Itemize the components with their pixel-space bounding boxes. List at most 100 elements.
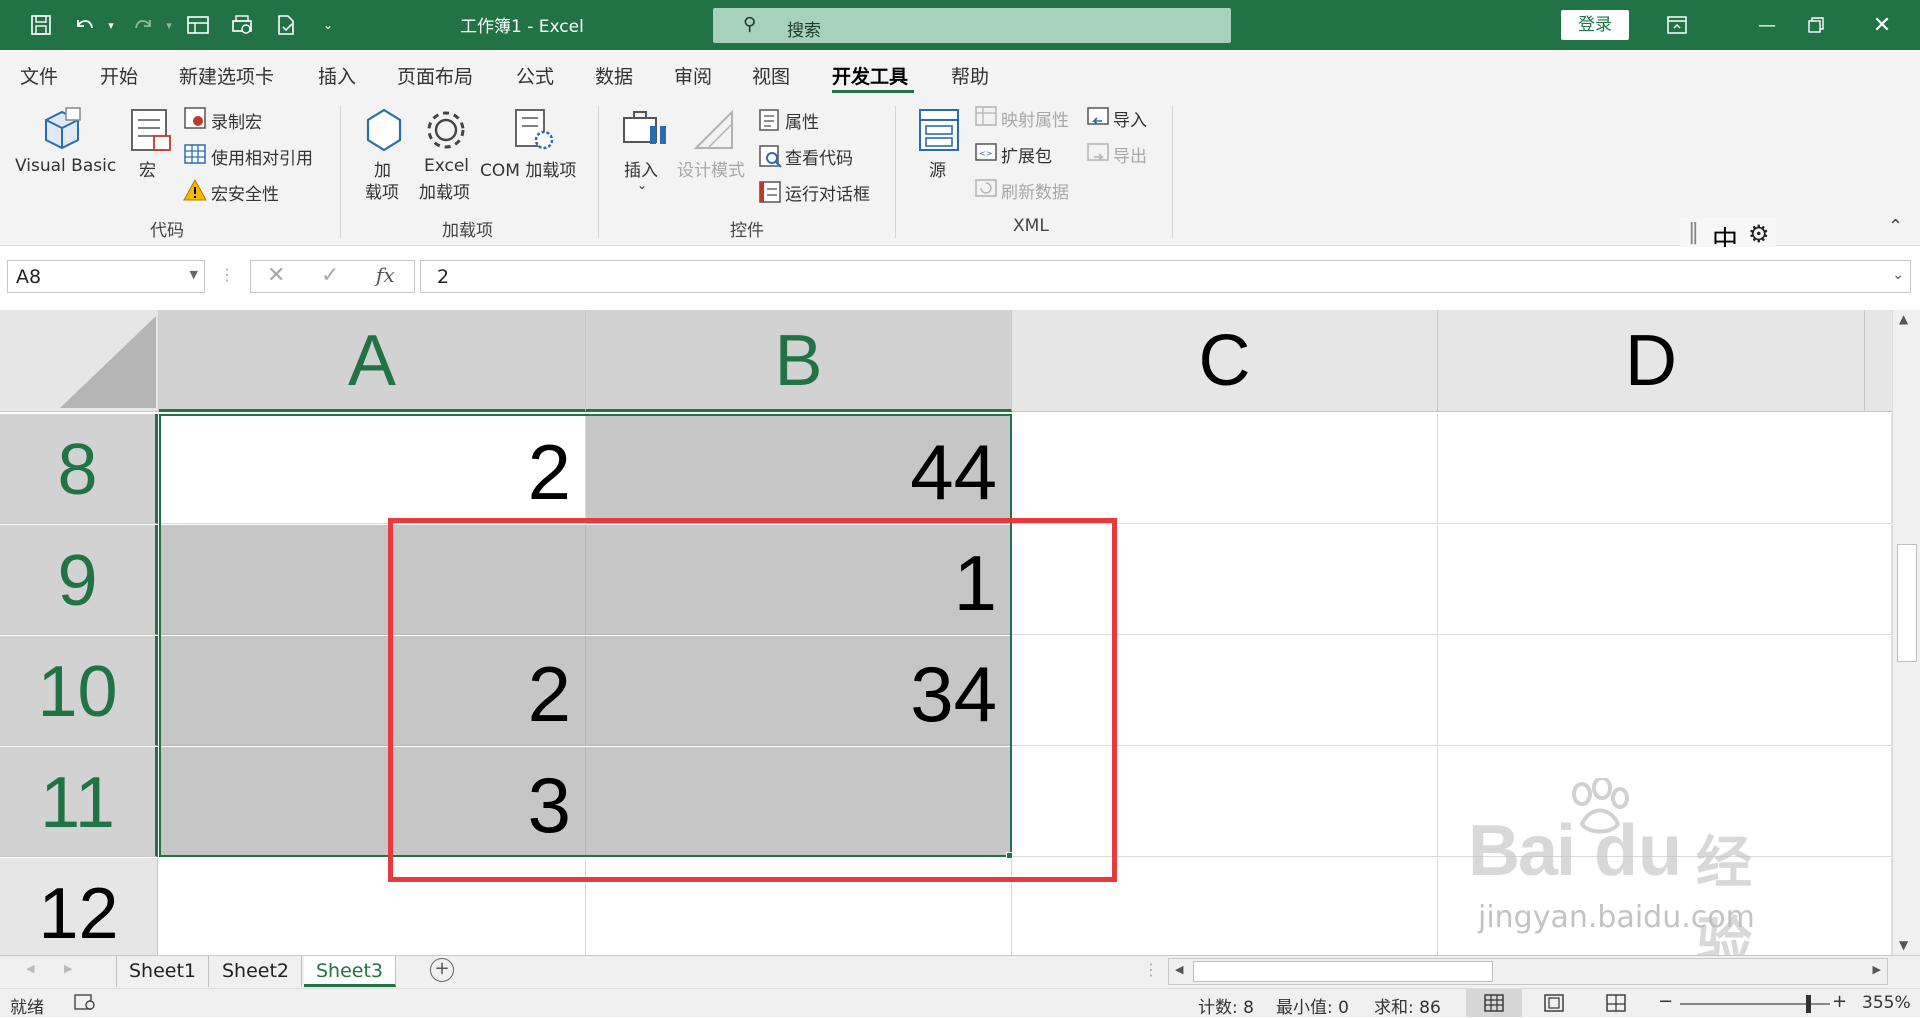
print-preview-icon[interactable]: [227, 10, 257, 40]
visual-basic-label[interactable]: Visual Basic: [15, 156, 116, 176]
map-properties-label[interactable]: 映射属性: [1001, 106, 1069, 131]
search-box[interactable]: ⚲ 搜索: [713, 8, 1231, 43]
run-dialog-icon[interactable]: [758, 180, 782, 208]
cell-b11[interactable]: [586, 747, 1012, 857]
tab-page-layout[interactable]: 页面布局: [397, 62, 473, 89]
expand-formula-bar-icon[interactable]: ⌄: [1892, 267, 1904, 283]
minimize-icon[interactable]: —: [1747, 8, 1787, 42]
vertical-scroll-thumb[interactable]: [1897, 544, 1917, 662]
cell-b10[interactable]: 34: [586, 636, 1012, 746]
cell-a11[interactable]: 3: [159, 747, 586, 857]
formula-input[interactable]: 2 ⌄: [420, 260, 1911, 293]
relative-reference-icon[interactable]: [183, 142, 207, 170]
tab-review[interactable]: 审阅: [674, 62, 712, 89]
fill-handle[interactable]: [1006, 852, 1013, 859]
row-header-10[interactable]: 10: [0, 636, 158, 746]
properties-icon[interactable]: [758, 108, 780, 136]
xml-import-icon[interactable]: [1086, 104, 1110, 132]
column-header-d[interactable]: D: [1438, 310, 1865, 412]
scroll-left-icon[interactable]: ◀: [1175, 963, 1183, 976]
customize-toolbar-icon[interactable]: ⌄: [313, 10, 343, 40]
tab-formulas[interactable]: 公式: [516, 62, 554, 89]
design-mode-label[interactable]: 设计模式: [677, 156, 745, 181]
tab-file[interactable]: 文件: [20, 62, 58, 89]
row-header-8[interactable]: 8: [0, 414, 158, 524]
record-macro-label[interactable]: 录制宏: [211, 108, 262, 133]
page-break-view-icon[interactable]: [1606, 994, 1626, 1017]
scroll-up-icon[interactable]: ▲: [1899, 312, 1908, 326]
refresh-data-icon[interactable]: [974, 176, 998, 204]
tab-data[interactable]: 数据: [595, 62, 633, 89]
sheet-tab-sheet3[interactable]: Sheet3: [304, 956, 397, 987]
cell-c9[interactable]: [1012, 525, 1438, 635]
tab-new-tab[interactable]: 新建选项卡: [179, 62, 274, 89]
cell-d10[interactable]: [1438, 636, 1892, 746]
column-header-a[interactable]: A: [159, 310, 586, 412]
row-header-12[interactable]: 12: [0, 858, 158, 955]
macros-icon[interactable]: [128, 106, 174, 158]
document-check-icon[interactable]: [271, 10, 301, 40]
horizontal-scroll-thumb[interactable]: [1193, 961, 1493, 982]
cell-c8[interactable]: [1012, 414, 1438, 524]
page-layout-view-icon[interactable]: [1544, 994, 1564, 1017]
zoom-out-icon[interactable]: −: [1658, 991, 1673, 1012]
design-mode-icon[interactable]: [690, 106, 738, 158]
cell-d8[interactable]: [1438, 414, 1892, 524]
excel-addins-label-2[interactable]: 加载项: [419, 178, 470, 203]
cell-a10[interactable]: 2: [159, 636, 586, 746]
zoom-slider-thumb[interactable]: [1806, 995, 1811, 1013]
xml-export-label[interactable]: 导出: [1113, 142, 1147, 167]
cell-c10[interactable]: [1012, 636, 1438, 746]
tab-insert[interactable]: 插入: [318, 62, 356, 89]
macro-security-label[interactable]: 宏安全性: [211, 180, 279, 205]
row-header-11[interactable]: 11: [0, 747, 158, 857]
cancel-icon[interactable]: ✕: [267, 263, 285, 288]
save-icon[interactable]: [26, 10, 56, 40]
column-header-e[interactable]: [1865, 310, 1893, 412]
add-sheet-icon[interactable]: +: [430, 958, 454, 982]
xml-source-icon[interactable]: [916, 106, 962, 158]
record-macro-icon[interactable]: [183, 106, 207, 134]
ime-settings-gear-icon[interactable]: ⚙: [1748, 220, 1770, 248]
tab-split-grip-icon[interactable]: ⋮: [1143, 960, 1159, 979]
cell-b9[interactable]: 1: [586, 525, 1012, 635]
redo-dropdown-icon[interactable]: ▾: [154, 10, 184, 40]
row-header-9[interactable]: 9: [0, 525, 158, 635]
tab-home[interactable]: 开始: [100, 62, 138, 89]
enter-check-icon[interactable]: ✓: [321, 263, 339, 288]
warning-icon[interactable]: [183, 178, 207, 206]
addins-label-2[interactable]: 载项: [365, 178, 399, 203]
run-dialog-label[interactable]: 运行对话框: [785, 180, 870, 205]
expansion-packs-icon[interactable]: <>: [974, 140, 998, 168]
tab-view[interactable]: 视图: [752, 62, 790, 89]
cell-d9[interactable]: [1438, 525, 1892, 635]
zoom-in-icon[interactable]: +: [1832, 991, 1847, 1012]
undo-dropdown-icon[interactable]: ▾: [96, 10, 126, 40]
cell-b12[interactable]: [586, 858, 1012, 955]
close-icon[interactable]: ✕: [1862, 8, 1902, 42]
form-icon[interactable]: [183, 10, 213, 40]
excel-addins-label-1[interactable]: Excel: [424, 156, 469, 176]
scroll-down-icon[interactable]: ▼: [1899, 938, 1908, 952]
login-button[interactable]: 登录: [1561, 10, 1629, 40]
view-code-icon[interactable]: [758, 144, 782, 172]
accessibility-check-icon[interactable]: [74, 993, 96, 1016]
vertical-scrollbar[interactable]: ▲ ▼: [1892, 310, 1920, 955]
cell-c11[interactable]: [1012, 747, 1438, 857]
collapse-ribbon-icon[interactable]: ⌃: [1888, 216, 1903, 237]
prev-sheet-icon[interactable]: ◀: [26, 962, 34, 975]
relative-reference-label[interactable]: 使用相对引用: [211, 144, 313, 169]
xml-import-label[interactable]: 导入: [1113, 106, 1147, 131]
insert-function-icon[interactable]: fx: [376, 263, 395, 287]
xml-export-icon[interactable]: [1086, 140, 1110, 168]
column-header-b[interactable]: B: [586, 310, 1012, 412]
cell-c12[interactable]: [1012, 858, 1438, 955]
excel-addins-gear-icon[interactable]: [422, 106, 470, 158]
ime-drag-handle-icon[interactable]: ‖: [1688, 220, 1699, 245]
cell-a8[interactable]: 2: [159, 414, 586, 524]
sheet-tab-sheet1[interactable]: Sheet1: [116, 956, 210, 987]
com-addins-label[interactable]: COM 加载项: [480, 156, 576, 181]
tab-developer[interactable]: 开发工具: [832, 62, 908, 89]
cell-a9[interactable]: [159, 525, 586, 635]
visual-basic-icon[interactable]: [38, 106, 86, 158]
